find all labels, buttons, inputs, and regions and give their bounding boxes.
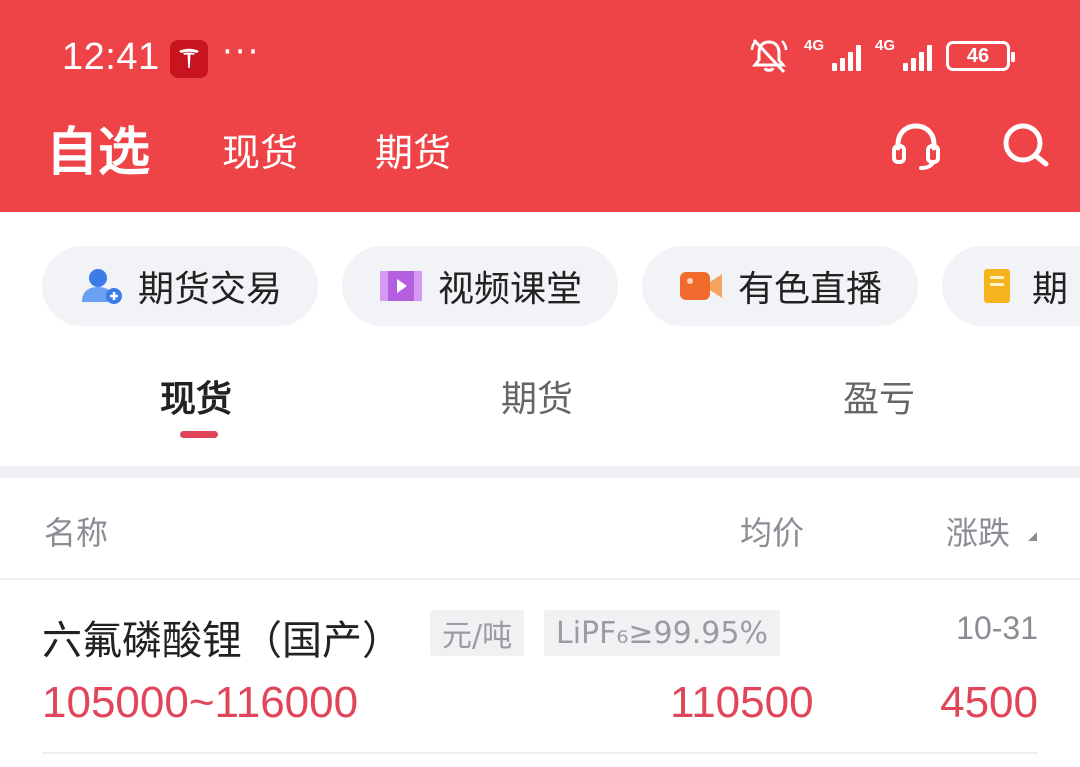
status-time: 12:41: [62, 36, 160, 78]
price-change: 4500: [940, 678, 1038, 727]
header-tab-spot[interactable]: 现货: [222, 122, 298, 177]
chip-video-class[interactable]: 视频课堂: [342, 246, 619, 326]
header-divider: [0, 578, 1080, 580]
header-tab-futures[interactable]: 期货: [375, 122, 451, 177]
header-title[interactable]: 自选: [46, 110, 150, 185]
quote-date: 10-31: [956, 610, 1038, 646]
average-price: 110500: [670, 678, 814, 727]
bell-muted-icon: [750, 38, 788, 74]
chip-label: 期货交易: [138, 269, 283, 310]
user-trade-icon: [82, 269, 122, 304]
status-overflow-dots: ···: [222, 32, 261, 72]
unit-tag: 元/吨: [430, 610, 525, 656]
chip-futures-more[interactable]: 期: [942, 246, 1080, 326]
column-header-name: 名称: [44, 514, 109, 552]
chip-label: 期: [1032, 269, 1069, 310]
column-header-avg-price[interactable]: 均价: [740, 508, 804, 554]
section-divider: [0, 466, 1080, 478]
battery-indicator: 46: [946, 41, 1015, 71]
chip-futures-trading[interactable]: 期货交易: [42, 246, 319, 326]
product-name: 六氟磷酸锂（国产）: [42, 618, 402, 664]
segment-futures[interactable]: 期货: [501, 370, 573, 422]
chip-label: 有色直播: [738, 269, 883, 310]
signal-4g-2: 4G: [875, 37, 932, 71]
status-indicators: 4G 4G 46: [748, 36, 1015, 76]
spec-tag: LiPF₆≥99.95%: [544, 610, 780, 656]
live-camera-icon: [680, 272, 723, 300]
row-divider: [42, 752, 1038, 754]
price-range: 105000~116000: [42, 678, 359, 727]
segment-active-indicator: [180, 431, 218, 438]
document-icon: [984, 269, 1011, 303]
segment-spot[interactable]: 现货: [160, 370, 232, 422]
signal-4g-1: 4G: [804, 37, 861, 71]
sort-indicator-icon[interactable]: [1028, 532, 1037, 541]
quick-entry-row: 期货交易 视频课堂 有色直播 期: [42, 246, 1080, 326]
video-class-icon: [380, 271, 423, 301]
headset-icon[interactable]: [886, 116, 946, 176]
search-icon[interactable]: [996, 116, 1056, 176]
chip-nonferrous-live[interactable]: 有色直播: [642, 246, 919, 326]
tesla-app-icon: [170, 40, 208, 78]
column-header-change[interactable]: 涨跌: [946, 508, 1010, 554]
chip-label: 视频课堂: [438, 269, 583, 310]
segment-profit-loss[interactable]: 盈亏: [843, 370, 915, 422]
app-header: 12:41 ··· 4G 4G 46 自选 现货 期货: [0, 0, 1080, 212]
